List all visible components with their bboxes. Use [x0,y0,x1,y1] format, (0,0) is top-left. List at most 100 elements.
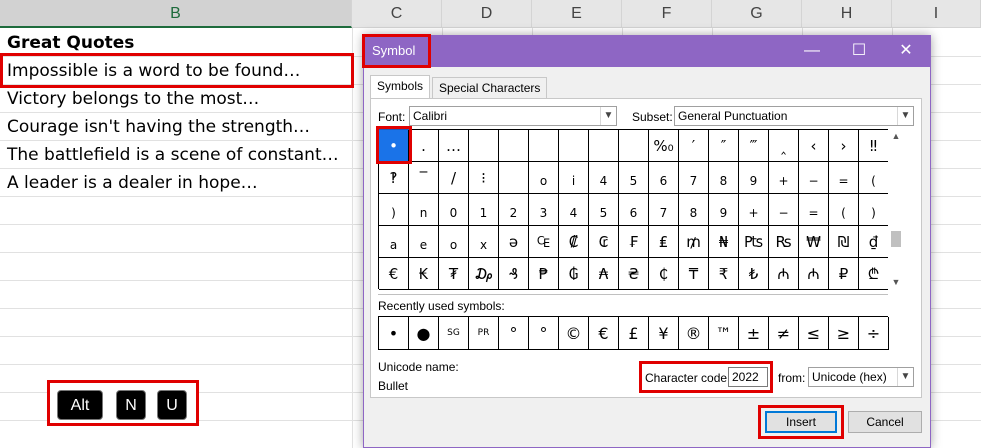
symbol-cell[interactable]: ′ [679,130,709,162]
maximize-icon[interactable]: ☐ [847,40,871,62]
symbol-cell[interactable]: x [469,226,499,258]
symbol-cell[interactable]: 0 [439,194,469,226]
symbol-cell[interactable]: . [409,130,439,162]
symbol-cell[interactable]: 7 [649,194,679,226]
symbol-cell[interactable]: ) [859,194,889,226]
symbol-cell[interactable] [619,130,649,162]
cell-b3[interactable]: Victory belongs to the most… [7,89,259,109]
symbol-cell[interactable]: 5 [589,194,619,226]
cell-b4[interactable]: Courage isn't having the strength… [7,117,310,137]
symbol-cell[interactable]: e [409,226,439,258]
symbol-cell[interactable]: ″ [709,130,739,162]
column-header-e[interactable]: E [532,0,622,28]
symbol-cell[interactable]: ə [499,226,529,258]
column-header-h[interactable]: H [802,0,892,28]
symbol-cell[interactable]: ₠ [529,226,559,258]
symbol-cell[interactable]: 9 [709,194,739,226]
symbol-cell[interactable]: ₢ [589,226,619,258]
scrollbar-thumb[interactable] [891,231,901,247]
symbol-cell[interactable]: ₪ [829,226,859,258]
symbol-cell[interactable]: − [799,162,829,194]
symbol-cell[interactable]: ‸ [769,130,799,162]
symbol-cell[interactable]: ₱ [529,258,559,290]
symbol-cell[interactable]: ₣ [619,226,649,258]
symbol-cell[interactable]: %₀ [649,130,679,162]
recent-symbol-cell[interactable]: ÷ [859,317,889,350]
symbol-cell[interactable]: ₵ [649,258,679,290]
symbol-cell[interactable]: = [829,162,859,194]
column-header-f[interactable]: F [622,0,712,28]
symbol-cell[interactable]: ₧ [739,226,769,258]
symbol-cell[interactable]: ₮ [439,258,469,290]
tab-special-characters[interactable]: Special Characters [432,77,548,99]
symbol-cell[interactable]: ₼ [769,258,799,290]
symbol-grid-scrollbar[interactable]: ▲ ▼ [888,129,904,291]
symbol-cell[interactable]: › [829,130,859,162]
symbol-cell[interactable]: + [739,194,769,226]
symbol-cell[interactable]: ₭ [409,258,439,290]
column-header-g[interactable]: G [712,0,802,28]
recent-symbol-cell[interactable]: ● [409,317,439,350]
symbol-cell[interactable]: ₾ [859,258,889,290]
symbol-cell[interactable]: 8 [709,162,739,194]
recent-symbol-cell[interactable]: ≤ [799,317,829,350]
from-select[interactable]: Unicode (hex) ▼ [808,367,914,387]
symbol-cell[interactable]: ‴ [739,130,769,162]
symbol-cell[interactable]: ₫ [859,226,889,258]
recent-symbol-cell[interactable]: ± [739,317,769,350]
symbol-cell[interactable] [499,162,529,194]
symbol-cell[interactable]: a [379,226,409,258]
symbol-cell[interactable]: 5 [619,162,649,194]
recent-symbol-cell[interactable]: PR [469,317,499,350]
cancel-button[interactable]: Cancel [848,411,922,433]
symbol-cell[interactable] [589,130,619,162]
symbol-cell[interactable]: 4 [559,194,589,226]
symbol-cell[interactable]: ₹ [709,258,739,290]
symbol-cell[interactable]: 3 [529,194,559,226]
symbol-cell[interactable]: ₡ [559,226,589,258]
symbol-cell[interactable] [469,130,499,162]
recent-symbol-cell[interactable]: © [559,317,589,350]
symbol-cell[interactable]: 6 [619,194,649,226]
symbol-cell[interactable]: 4 [589,162,619,194]
symbol-cell[interactable]: ₯ [469,258,499,290]
symbol-cell[interactable]: ⁝ [469,162,499,194]
symbol-cell[interactable]: ‽ [379,162,409,194]
symbol-cell[interactable]: 9 [739,162,769,194]
symbol-cell[interactable]: ₼ [799,258,829,290]
subset-select[interactable]: General Punctuation ▼ [674,106,914,126]
symbol-cell[interactable]: ₩ [799,226,829,258]
column-header-c[interactable]: C [352,0,442,28]
font-select[interactable]: Calibri ▼ [409,106,617,126]
symbol-cell[interactable]: ₲ [559,258,589,290]
recent-symbol-cell[interactable]: • [379,317,409,350]
symbol-cell[interactable]: ₨ [769,226,799,258]
recent-symbol-cell[interactable]: € [589,317,619,350]
symbol-cell[interactable]: ₤ [649,226,679,258]
symbol-cell[interactable]: ₰ [499,258,529,290]
column-header-b[interactable]: B [0,0,352,28]
symbol-cell[interactable]: ₽ [829,258,859,290]
column-header-d[interactable]: D [442,0,532,28]
cell-b1[interactable]: Great Quotes [7,33,134,53]
symbol-cell[interactable]: − [769,194,799,226]
symbol-cell[interactable]: ₳ [589,258,619,290]
symbol-cell[interactable]: € [379,258,409,290]
symbol-cell[interactable]: 8 [679,194,709,226]
scroll-down-icon[interactable]: ▼ [888,275,904,289]
recent-symbol-cell[interactable]: £ [619,317,649,350]
symbol-cell[interactable]: o [439,226,469,258]
column-header-i[interactable]: I [892,0,981,28]
symbol-cell[interactable]: 2 [499,194,529,226]
symbol-cell[interactable]: ( [859,162,889,194]
symbol-cell[interactable]: 6 [649,162,679,194]
recent-symbols-grid[interactable]: • ● SG PR ° ° © € £ ¥ ® ™ ± ≠ ≤ ≥ ÷ [378,316,889,350]
symbol-cell[interactable]: ( [829,194,859,226]
symbol-cell[interactable]: o [529,162,559,194]
symbol-cell[interactable]: = [799,194,829,226]
minimize-icon[interactable]: — [800,40,824,62]
cell-b6[interactable]: A leader is a dealer in hope… [7,173,258,193]
symbol-cell[interactable]: / [439,162,469,194]
scroll-up-icon[interactable]: ▲ [888,129,904,143]
recent-symbol-cell[interactable]: ¥ [649,317,679,350]
